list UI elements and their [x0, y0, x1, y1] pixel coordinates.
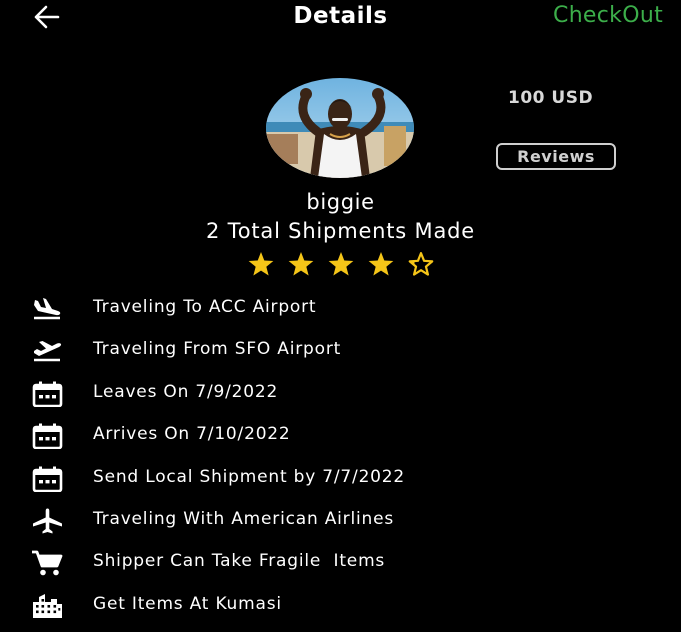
detail-row: Leaves On 7/9/2022 [0, 373, 681, 413]
flight-land-icon [30, 294, 64, 322]
star-full-icon [328, 252, 354, 276]
airplane-icon [30, 506, 64, 534]
detail-text: Leaves On 7/9/2022 [93, 381, 279, 402]
detail-text: Traveling With American Airlines [93, 509, 395, 529]
shopping-cart-icon [30, 548, 64, 576]
detail-text: Get Items At Kumasi [93, 593, 282, 614]
detail-text: Traveling From SFO Airport [93, 339, 342, 360]
star-half-icon [408, 252, 434, 276]
detail-row: Send Local Shipment by 7/7/2022 [0, 458, 681, 498]
detail-row: Arrives On 7/10/2022 [0, 415, 681, 455]
reviews-button[interactable]: Reviews [496, 143, 616, 170]
calendar-icon [30, 421, 64, 450]
detail-row: Traveling From SFO Airport [0, 330, 681, 370]
star-full-icon [288, 252, 314, 276]
app-header: Details CheckOut [0, 0, 681, 36]
rating-stars [248, 252, 434, 276]
detail-row: Get Items At Kumasi [0, 585, 681, 625]
star-full-icon [368, 252, 394, 276]
username: biggie [306, 190, 375, 214]
avatar [266, 78, 414, 178]
detail-text: Shipper Can Take Fragile Items [93, 551, 386, 572]
city-icon [30, 591, 64, 619]
detail-row: Shipper Can Take Fragile Items [0, 542, 681, 582]
calendar-icon [30, 464, 64, 492]
detail-row: Traveling With American Airlines [0, 500, 681, 540]
flight-takeoff-icon [30, 336, 64, 364]
detail-row: Traveling To ACC Airport [0, 288, 681, 328]
detail-text: Traveling To ACC Airport [93, 297, 317, 317]
price-label: 100 USD [508, 88, 594, 108]
calendar-icon [30, 379, 64, 408]
checkout-button[interactable]: CheckOut [553, 3, 663, 28]
total-shipments-text: 2 Total Shipments Made [206, 219, 475, 243]
detail-text: Arrives On 7/10/2022 [93, 424, 291, 445]
detail-text: Send Local Shipment by 7/7/2022 [93, 466, 406, 487]
star-full-icon [248, 252, 274, 276]
